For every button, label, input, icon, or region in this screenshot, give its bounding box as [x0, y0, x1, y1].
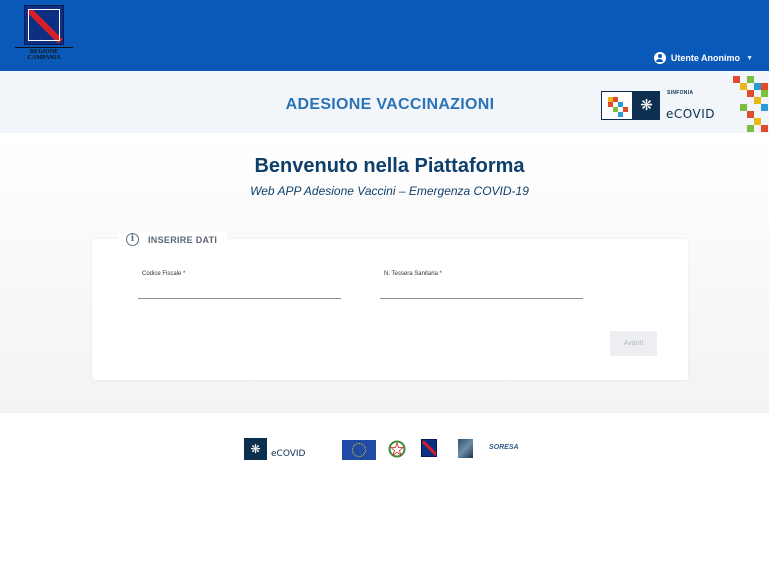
info-icon: i [126, 233, 139, 246]
regione-campania-logo: REGIONE CAMPANIA [15, 5, 73, 61]
regione-small-logo-icon [421, 439, 437, 457]
regione-shield-icon [24, 5, 64, 45]
user-menu[interactable]: Utente Anonimo ▼ [653, 52, 753, 64]
tessera-sanitaria-label: N. Tessera Sanitaria * [384, 271, 442, 277]
user-avatar-icon [653, 52, 666, 64]
virus-icon: ❋ [640, 97, 653, 114]
footer-logos: ❋ eCOVID SORESA [0, 437, 769, 467]
codice-fiscale-input[interactable] [138, 285, 341, 299]
mosaic-decoration [733, 76, 769, 132]
card-header: i INSERIRE DATI [118, 231, 228, 248]
user-name: Utente Anonimo [670, 53, 741, 63]
sinfonia-logo: ❋ [601, 91, 660, 120]
ecovid-label: eCOVID [666, 107, 715, 121]
avanti-button[interactable]: Avanti [610, 331, 657, 356]
partner-logo-icon [458, 439, 473, 458]
top-bar: Utente Anonimo ▼ [0, 0, 769, 71]
codice-fiscale-field-group: Codice Fiscale * [138, 271, 341, 299]
codice-fiscale-label: Codice Fiscale * [142, 271, 186, 277]
page-subtitle: Web APP Adesione Vaccini – Emergenza COV… [250, 184, 529, 198]
eu-flag-icon [342, 440, 376, 460]
soresa-logo: SORESA [489, 444, 519, 451]
page-title: Benvenuto nella Piattaforma [254, 155, 525, 177]
footer-ecovid-text: eCOVID [271, 449, 306, 459]
regione-caption: REGIONE CAMPANIA [15, 47, 73, 61]
chevron-down-icon: ▼ [746, 54, 753, 62]
sinfonia-label: SINFONIA [667, 90, 694, 96]
app-title: ADESIONE VACCINAZIONI [285, 96, 495, 113]
ecovid-logo-icon: ❋ [244, 438, 267, 460]
tessera-sanitaria-field-group: N. Tessera Sanitaria * [380, 271, 583, 299]
data-entry-card [92, 239, 688, 380]
card-title: INSERIRE DATI [148, 234, 218, 245]
italian-emblem-icon [388, 440, 406, 458]
tessera-sanitaria-input[interactable] [380, 285, 583, 299]
